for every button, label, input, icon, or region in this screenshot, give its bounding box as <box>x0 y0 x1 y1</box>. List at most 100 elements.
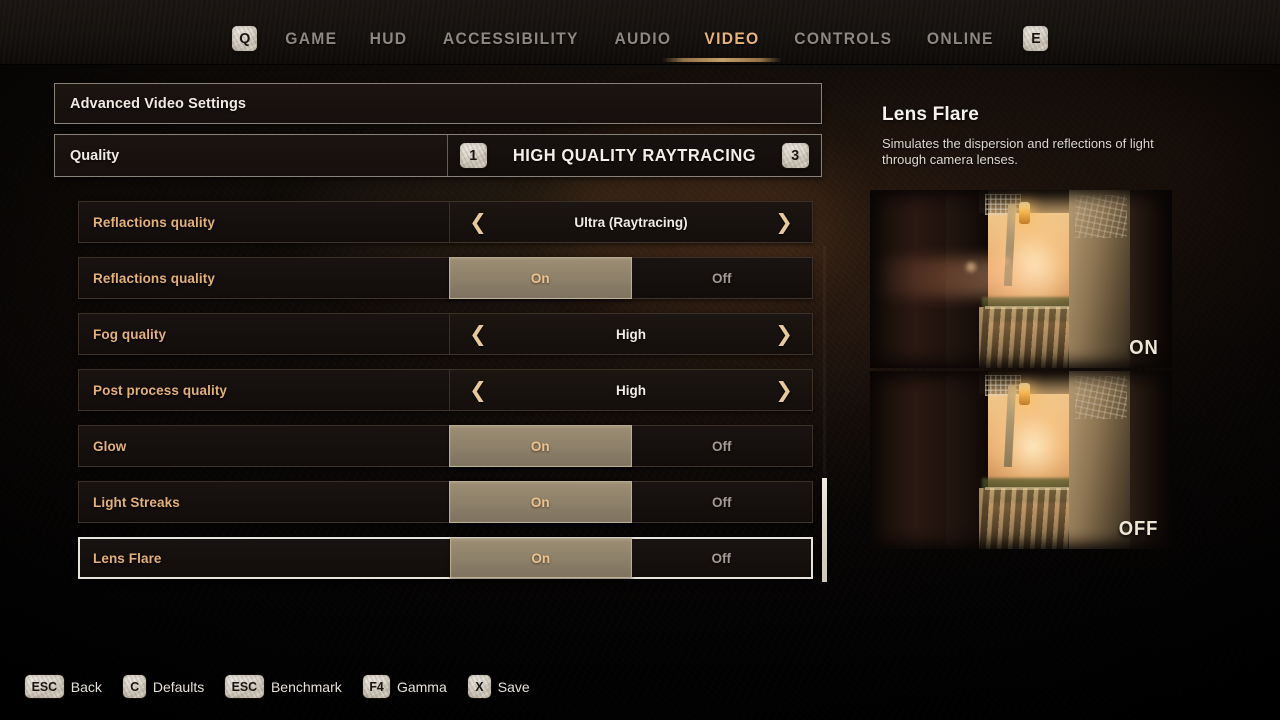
footer-hint[interactable]: X Save <box>467 675 530 698</box>
chevron-right-icon[interactable]: ❯ <box>774 323 794 345</box>
toggle-option-off[interactable]: Off <box>631 539 811 577</box>
stepper-control[interactable]: ❮ High ❯ <box>449 370 812 410</box>
settings-row[interactable]: Light Streaks On Off <box>78 481 813 523</box>
preview-off-tag: OFF <box>1118 518 1159 540</box>
footer-key-label: X <box>475 679 484 694</box>
quality-prev-key-label: 1 <box>469 147 478 164</box>
settings-row[interactable]: Lens Flare On Off <box>78 537 813 579</box>
toggle-control[interactable]: On Off <box>449 425 812 467</box>
settings-row[interactable]: Reflactions quality On Off <box>78 257 813 299</box>
preview-scene-on <box>870 190 1172 368</box>
quality-next-key-label: 3 <box>791 147 800 164</box>
quality-next-key-icon[interactable]: 3 <box>782 143 809 168</box>
footer-action-label: Gamma <box>396 678 447 695</box>
toggle-option-on[interactable]: On <box>449 425 632 467</box>
toggle-option-on[interactable]: On <box>449 257 632 299</box>
section-header-label: Advanced Video Settings <box>70 95 247 112</box>
settings-row-control[interactable]: ❮ High ❯ <box>449 370 812 410</box>
tab-audio[interactable]: AUDIO <box>613 28 674 50</box>
settings-row[interactable]: Post process quality ❮ High ❯ <box>78 369 813 411</box>
footer-hint[interactable]: F4 Gamma <box>362 675 447 698</box>
prev-tab-key-label: Q <box>238 30 250 47</box>
footer-action-label: Benchmark <box>270 678 342 695</box>
stepper-value: Ultra (Raytracing) <box>574 214 688 230</box>
settings-row-control[interactable]: On Off <box>449 481 812 523</box>
info-panel: Lens Flare Simulates the dispersion and … <box>882 104 1182 168</box>
footer-hints: ESC Back C Defaults ESC Benchmark F4 Gamma X Save <box>25 675 542 698</box>
quality-preset-control[interactable]: 1 HIGH QUALITY RAYTRACING 3 <box>448 135 821 176</box>
quality-prev-key-icon[interactable]: 1 <box>460 143 487 168</box>
footer-key-label: ESC <box>31 679 58 694</box>
prev-tab-key-icon[interactable]: Q <box>231 26 257 51</box>
tab-game[interactable]: GAME <box>283 28 339 50</box>
footer-action-label: Save <box>497 678 530 695</box>
next-tab-key-label: E <box>1030 30 1041 47</box>
toggle-option-off[interactable]: Off <box>631 426 812 466</box>
footer-hint[interactable]: C Defaults <box>122 675 205 698</box>
footer-key-icon: ESC <box>225 675 264 698</box>
footer-hint[interactable]: ESC Back <box>25 675 102 698</box>
settings-tabs: Q GAME HUD ACCESSIBILITY AUDIO VIDEO CON… <box>0 26 1280 51</box>
settings-row-label: Post process quality <box>93 382 228 398</box>
active-tab-underline <box>662 58 782 62</box>
settings-row-control[interactable]: On Off <box>449 425 812 467</box>
chevron-left-icon[interactable]: ❮ <box>468 323 488 345</box>
settings-row-control[interactable]: ❮ Ultra (Raytracing) ❯ <box>449 202 812 242</box>
settings-row[interactable]: Reflactions quality ❮ Ultra (Raytracing) ❯ <box>78 201 813 243</box>
tab-hud[interactable]: HUD <box>367 28 408 50</box>
stepper-control[interactable]: ❮ High ❯ <box>449 314 812 354</box>
settings-row[interactable]: Glow On Off <box>78 425 813 467</box>
toggle-control[interactable]: On Off <box>450 538 811 578</box>
scene-edge-on <box>870 190 1172 368</box>
settings-row-control[interactable]: On Off <box>449 257 812 299</box>
chevron-right-icon[interactable]: ❯ <box>774 379 794 401</box>
toggle-option-off[interactable]: Off <box>631 482 812 522</box>
info-description: Simulates the dispersion and reflections… <box>882 136 1154 167</box>
settings-row-label: Fog quality <box>93 326 167 342</box>
settings-rows-list: Reflactions quality ❮ Ultra (Raytracing) ❯ R… <box>54 201 822 579</box>
toggle-control[interactable]: On Off <box>449 257 812 299</box>
chevron-right-icon[interactable]: ❯ <box>774 211 794 233</box>
stepper-value: High <box>616 382 646 398</box>
footer-key-label: C <box>129 679 139 694</box>
quality-preset-row[interactable]: Quality 1 HIGH QUALITY RAYTRACING 3 <box>54 134 822 177</box>
settings-row-label: Glow <box>93 438 127 454</box>
settings-screen: Q GAME HUD ACCESSIBILITY AUDIO VIDEO CON… <box>0 0 1280 720</box>
settings-row-label: Reflactions quality <box>93 270 215 286</box>
toggle-option-on[interactable]: On <box>449 481 632 523</box>
settings-scrollbar-thumb[interactable] <box>822 478 827 582</box>
settings-column: Advanced Video Settings Quality 1 HIGH Q… <box>54 83 822 593</box>
preview-image-off: OFF <box>870 371 1172 549</box>
footer-key-icon: F4 <box>362 675 390 698</box>
next-tab-key-icon[interactable]: E <box>1023 26 1049 51</box>
settings-row-control[interactable]: On Off <box>450 538 811 578</box>
stepper-control[interactable]: ❮ Ultra (Raytracing) ❯ <box>449 202 812 242</box>
footer-hint[interactable]: ESC Benchmark <box>225 675 342 698</box>
tab-accessibility[interactable]: ACCESSIBILITY <box>441 28 580 50</box>
tab-online[interactable]: ONLINE <box>926 28 996 50</box>
toggle-control[interactable]: On Off <box>449 481 812 523</box>
topbar-divider <box>0 64 1280 65</box>
footer-key-icon: X <box>467 675 491 698</box>
section-header-advanced-video-settings: Advanced Video Settings <box>54 83 822 124</box>
toggle-option-off[interactable]: Off <box>631 258 812 298</box>
preview-image-on: ON <box>870 190 1172 368</box>
footer-action-label: Back <box>70 678 102 695</box>
info-title: Lens Flare <box>882 104 980 125</box>
settings-row[interactable]: Fog quality ❮ High ❯ <box>78 313 813 355</box>
settings-row-label: Light Streaks <box>93 494 180 510</box>
chevron-left-icon[interactable]: ❮ <box>468 211 488 233</box>
tab-video[interactable]: VIDEO <box>703 28 762 50</box>
quality-preset-label: Quality <box>55 135 448 176</box>
footer-key-label: F4 <box>369 679 384 694</box>
preview-on-tag: ON <box>1129 337 1159 359</box>
footer-key-icon: C <box>122 675 146 698</box>
chevron-left-icon[interactable]: ❮ <box>468 379 488 401</box>
toggle-option-on[interactable]: On <box>450 538 632 578</box>
quality-preset-value: HIGH QUALITY RAYTRACING <box>512 145 757 165</box>
settings-row-label: Reflactions quality <box>93 214 215 230</box>
footer-action-label: Defaults <box>152 678 205 695</box>
footer-key-label: ESC <box>231 679 258 694</box>
tab-controls[interactable]: CONTROLS <box>792 28 894 50</box>
settings-row-control[interactable]: ❮ High ❯ <box>449 314 812 354</box>
